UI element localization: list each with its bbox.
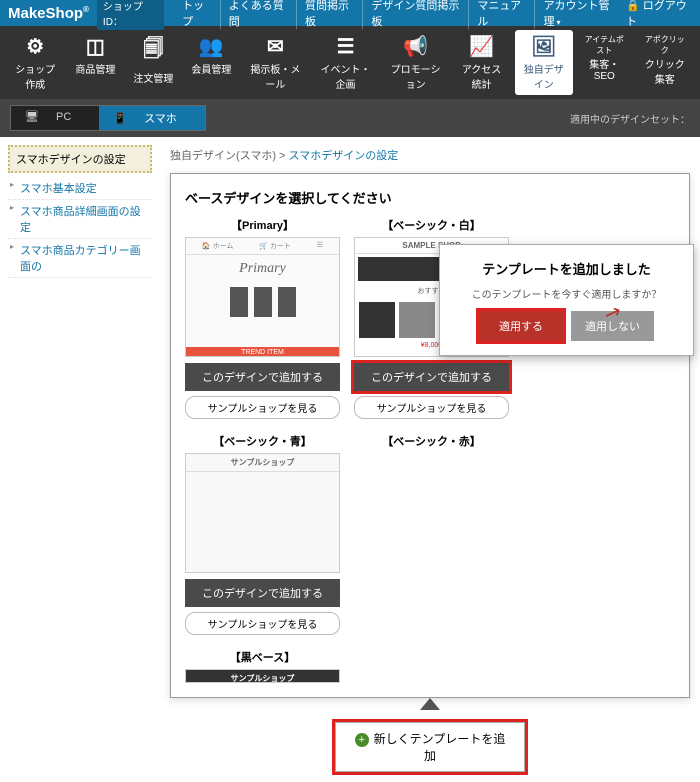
add-new-template-button[interactable]: 新しくテンプレートを追加 [335, 722, 525, 772]
toplink-manual[interactable]: マニュアル [468, 0, 534, 29]
nav-stats[interactable]: 📈アクセス統計 [453, 30, 511, 95]
gear-icon: ⚙ [12, 34, 58, 59]
sample-shop-button[interactable]: サンプルショップを見る [185, 612, 340, 635]
device-sp[interactable]: 📱 スマホ [99, 106, 204, 130]
theme-basic-red: 【ベーシック・赤】 [354, 433, 509, 635]
topbar: MakeShop® ショップID： トップ よくある質問 質問掲示板 デザイン質… [0, 0, 700, 26]
panel-title: ベースデザインを選択してください [185, 188, 675, 207]
theme-primary: 【Primary】 🏠 ホーム🛒 カート☰ Primary TREND ITEM… [185, 217, 340, 419]
top-links: トップ よくある質問 質問掲示板 デザイン質問掲示板 マニュアル アカウント管理 [174, 0, 626, 29]
popup-title: テンプレートを追加しました [458, 259, 675, 278]
add-design-button[interactable]: このデザインで追加する [185, 579, 340, 607]
nav-bbs-mail[interactable]: ✉掲示板・メール [242, 30, 308, 95]
toplink-top[interactable]: トップ [174, 0, 220, 29]
theme-black: 【黒ベース】 サンプルショップ [185, 649, 340, 683]
sample-shop-button[interactable]: サンプルショップを見る [185, 396, 340, 419]
chart-icon: 📈 [459, 34, 505, 59]
theme-basic-blue: 【ベーシック・青】 サンプルショップ このデザインで追加する サンプルショップを… [185, 433, 340, 635]
theme-title: 【ベーシック・青】 [185, 433, 340, 449]
add-design-button[interactable]: このデザインで追加する [185, 363, 340, 391]
toplink-account[interactable]: アカウント管理 [534, 0, 626, 29]
device-pc[interactable]: 🖥 PC [11, 106, 99, 130]
sidebar: スマホデザインの設定 スマホ基本設定 スマホ商品詳細画面の設定 スマホ商品カテゴ… [0, 137, 160, 782]
nav-seo[interactable]: アイテムポスト集客・SEO [577, 30, 632, 95]
toplink-bbs[interactable]: 質問掲示板 [296, 0, 362, 29]
main-nav: ⚙ショップ作成 ◫商品管理 🗐注文管理 👥会員管理 ✉掲示板・メール ☰イベント… [0, 26, 700, 99]
theme-title: 【ベーシック・赤】 [354, 433, 509, 449]
theme-title: 【Primary】 [185, 217, 340, 233]
theme-title: 【黒ベース】 [185, 649, 340, 665]
nav-members[interactable]: 👥会員管理 [184, 30, 238, 95]
theme-title: 【ベーシック・白】 [354, 217, 509, 233]
breadcrumb-link[interactable]: スマホデザインの設定 [289, 150, 399, 162]
megaphone-icon: 📢 [389, 34, 443, 59]
add-design-button[interactable]: このデザインで追加する [354, 363, 509, 391]
clipboard-icon: 🗐 [132, 34, 174, 68]
theme-thumb: 🏠 ホーム🛒 カート☰ Primary TREND ITEM [185, 237, 340, 357]
apply-button[interactable]: 適用する [479, 311, 563, 341]
main-area: 独自デザイン(スマホ) > スマホデザインの設定 ベースデザインを選択してくださ… [160, 137, 700, 782]
theme-thumb: サンプルショップ [185, 669, 340, 683]
breadcrumb: 独自デザイン(スマホ) > スマホデザインの設定 [170, 147, 690, 163]
list-icon: ☰ [318, 34, 372, 59]
mail-icon: ✉ [248, 34, 302, 59]
subbar: 🖥 PC 📱 スマホ 適用中のデザインセット： [0, 99, 700, 137]
pointer-up-icon [420, 698, 440, 710]
logout-link[interactable]: ログアウト [626, 0, 692, 29]
nav-promotion[interactable]: 📢プロモーション [383, 30, 449, 95]
toplink-faq[interactable]: よくある質問 [220, 0, 296, 29]
sidebar-item-basic[interactable]: スマホ基本設定 [8, 177, 152, 200]
nav-orders[interactable]: 🗐注文管理 [126, 30, 180, 95]
toplink-design-bbs[interactable]: デザイン質問掲示板 [362, 0, 468, 29]
nav-design[interactable]: 🖼独自デザイン [515, 30, 573, 95]
image-icon: 🖼 [521, 34, 567, 59]
brand-logo: MakeShop® [8, 5, 89, 22]
template-added-popup: テンプレートを追加しました このテンプレートを今すぐ適用しますか？ ↙ 適用する… [439, 244, 694, 356]
sidebar-title: スマホデザインの設定 [8, 145, 152, 173]
device-toggle: 🖥 PC 📱 スマホ [10, 105, 206, 131]
nav-click[interactable]: アポクリッククリック集客 [636, 30, 694, 95]
nav-event[interactable]: ☰イベント・企画 [312, 30, 378, 95]
sidebar-item-detail[interactable]: スマホ商品詳細画面の設定 [8, 200, 152, 239]
sidebar-item-category[interactable]: スマホ商品カテゴリー画面の [8, 239, 152, 278]
nav-products[interactable]: ◫商品管理 [68, 30, 122, 95]
nav-shop-create[interactable]: ⚙ショップ作成 [6, 30, 64, 95]
theme-thumb: サンプルショップ [185, 453, 340, 573]
users-icon: 👥 [190, 34, 232, 59]
shop-id: ショップID： [97, 0, 164, 30]
designset-label: 適用中のデザインセット： [570, 111, 690, 126]
box-icon: ◫ [74, 34, 116, 59]
design-panel: ベースデザインを選択してください 【Primary】 🏠 ホーム🛒 カート☰ P… [170, 173, 690, 698]
sample-shop-button[interactable]: サンプルショップを見る [354, 396, 509, 419]
popup-message: このテンプレートを今すぐ適用しますか？ [458, 286, 675, 301]
